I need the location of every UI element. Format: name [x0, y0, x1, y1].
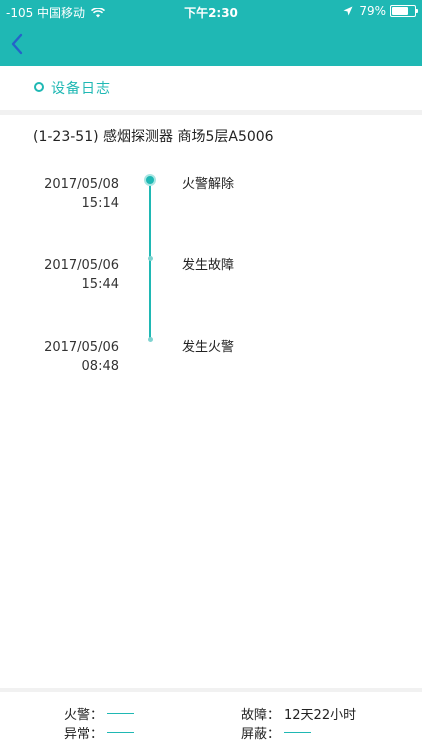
timeline-clock-text: 08:48: [81, 359, 119, 374]
summary-shield: 屏蔽：: [241, 723, 312, 742]
timeline-date-text: 2017/05/06: [44, 258, 119, 273]
summary-fire-line: [107, 713, 135, 714]
timeline-event: 发生故障: [182, 258, 235, 273]
timeline-dot: [147, 337, 153, 342]
timeline-dot: [147, 256, 153, 261]
summary-shield-label: 屏蔽：: [241, 727, 281, 742]
summary-shield-line: [284, 732, 312, 733]
timeline-dot-active: [144, 174, 156, 186]
location-arrow-icon: [343, 6, 353, 16]
divider: [0, 110, 422, 115]
summary-fire-label: 火警：: [64, 708, 104, 723]
ring-icon: [34, 82, 44, 92]
battery-icon: [390, 5, 418, 17]
summary-fire: 火警：: [64, 704, 135, 723]
timeline-clock-text: 15:44: [81, 277, 119, 292]
app-header: -105 中国移动 下午2:30 79%: [0, 0, 422, 66]
section-header: 设备日志: [0, 66, 422, 110]
status-bar: -105 中国移动 下午2:30 79%: [0, 0, 422, 22]
battery-fill: [392, 7, 408, 15]
device-info: (1-23-51) 感烟探测器 商场5层A5006: [33, 129, 274, 145]
timeline-date-text: 2017/05/06: [44, 340, 119, 355]
summary-abnormal: 异常：: [64, 723, 135, 742]
battery-percent: 79%: [359, 4, 386, 18]
chevron-left-icon: [11, 33, 23, 55]
timeline-time: 2017/05/06 15:44: [44, 256, 119, 294]
summary-panel: 火警： 故障： 12天22小时 异常： 屏蔽：: [0, 692, 422, 750]
timeline-event: 火警解除: [182, 177, 235, 192]
back-button[interactable]: [2, 28, 32, 60]
timeline-date-text: 2017/05/08: [44, 177, 119, 192]
timeline-time: 2017/05/06 08:48: [44, 338, 119, 376]
status-right: 79%: [343, 4, 418, 18]
timeline-event: 发生火警: [182, 340, 235, 355]
summary-abnormal-line: [107, 732, 135, 733]
section-title: 设备日志: [51, 81, 111, 97]
summary-abnormal-label: 异常：: [64, 727, 104, 742]
summary-fault-label: 故障：: [241, 708, 281, 723]
summary-fault-value: 12天22小时: [284, 708, 357, 723]
timeline-time: 2017/05/08 15:14: [44, 175, 119, 213]
summary-fault: 故障： 12天22小时: [241, 704, 356, 723]
timeline-clock-text: 15:14: [81, 196, 119, 211]
